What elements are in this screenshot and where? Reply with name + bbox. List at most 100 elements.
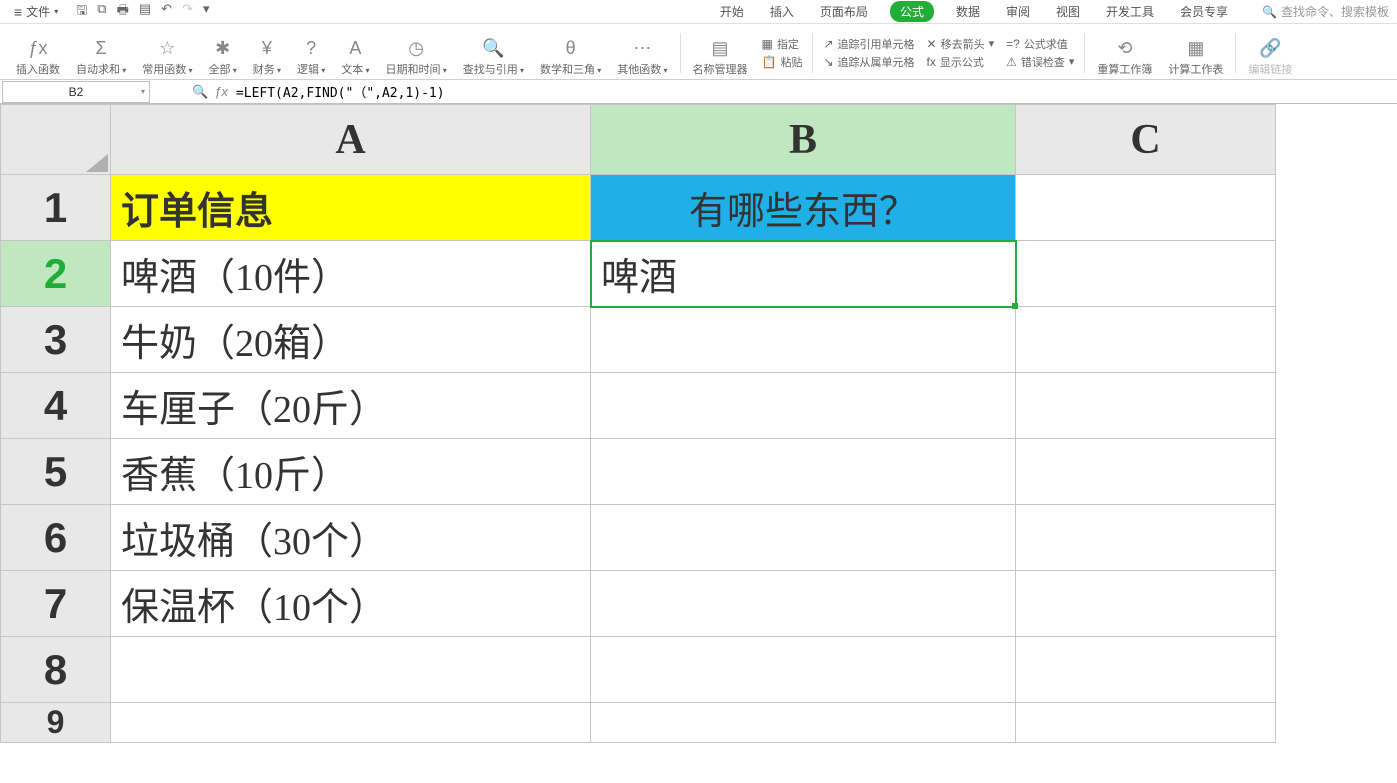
insert-function-button[interactable]: ƒx插入函数	[8, 28, 68, 77]
show-formula-button[interactable]: fx显示公式	[927, 54, 995, 70]
row-header-6[interactable]: 6	[1, 505, 111, 571]
cell-A5[interactable]: 香蕉（10斤）	[111, 439, 591, 505]
error-icon: ⚠	[1006, 55, 1017, 69]
save-icon[interactable]: 🖫	[76, 1, 87, 23]
show-stack: ✕移去箭头 ▾ fx显示公式	[921, 28, 1001, 77]
tab-data[interactable]: 数据	[952, 1, 984, 22]
text-button[interactable]: A文本	[333, 28, 377, 77]
other-functions-button[interactable]: ⋯其他函数	[609, 28, 675, 77]
redo-icon[interactable]: ↷	[182, 1, 193, 23]
calc-ws-icon: ▦	[1187, 37, 1204, 59]
cell-B8[interactable]	[591, 637, 1016, 703]
tab-layout[interactable]: 页面布局	[816, 1, 872, 22]
evaluate-formula-button[interactable]: =?公式求值	[1006, 36, 1074, 52]
cell-A2[interactable]: 啤酒（10件）	[111, 241, 591, 307]
tab-member[interactable]: 会员专享	[1176, 1, 1232, 22]
cell-A6[interactable]: 垃圾桶（30个）	[111, 505, 591, 571]
cell-C3[interactable]	[1016, 307, 1276, 373]
cell-C9[interactable]	[1016, 703, 1276, 743]
separator	[1084, 33, 1085, 73]
undo-icon[interactable]: ↶	[161, 1, 172, 23]
tab-review[interactable]: 审阅	[1002, 1, 1034, 22]
remove-arrows-button[interactable]: ✕移去箭头 ▾	[927, 36, 995, 52]
cell-A7[interactable]: 保温杯（10个）	[111, 571, 591, 637]
paste-name-button[interactable]: 📋粘贴	[762, 54, 803, 70]
cell-A8[interactable]	[111, 637, 591, 703]
col-header-A[interactable]: A	[111, 105, 591, 175]
all-functions-button[interactable]: ✱全部	[201, 28, 245, 77]
cell-B1[interactable]: 有哪些东西？	[591, 175, 1016, 241]
common-functions-button[interactable]: ☆常用函数	[134, 28, 200, 77]
cell-A4[interactable]: 车厘子（20斤）	[111, 373, 591, 439]
recalc-workbook-button[interactable]: ⟲重算工作簿	[1089, 28, 1160, 77]
row-header-2[interactable]: 2	[1, 241, 111, 307]
cell-B5[interactable]	[591, 439, 1016, 505]
file-label: 文件	[26, 3, 50, 20]
cell-B7[interactable]	[591, 571, 1016, 637]
logical-button[interactable]: ?逻辑	[289, 28, 333, 77]
row-header-3[interactable]: 3	[1, 307, 111, 373]
name-stack: ▦指定 📋粘贴	[756, 28, 809, 77]
more-icon[interactable]: ▾	[203, 1, 210, 23]
autosum-button[interactable]: Σ自动求和	[68, 28, 134, 77]
name-box-value: B2	[69, 85, 84, 99]
math-button[interactable]: θ数学和三角	[532, 28, 609, 77]
formula-input[interactable]	[228, 84, 1397, 99]
cell-C2[interactable]	[1016, 241, 1276, 307]
cell-B6[interactable]	[591, 505, 1016, 571]
calc-ws-label: 计算工作表	[1168, 61, 1223, 77]
row-header-7[interactable]: 7	[1, 571, 111, 637]
define-name-button[interactable]: ▦指定	[762, 36, 803, 52]
name-manager-button[interactable]: ▤名称管理器	[685, 28, 756, 77]
cell-A1[interactable]: 订单信息	[111, 175, 591, 241]
print-icon[interactable]: 🖶	[117, 1, 129, 23]
math-label: 数学和三角	[540, 61, 601, 77]
tab-dev[interactable]: 开发工具	[1102, 1, 1158, 22]
trace-dep-label: 追踪从属单元格	[838, 54, 915, 70]
lookup-button[interactable]: 🔍查找与引用	[455, 28, 532, 77]
cell-A3[interactable]: 牛奶（20箱）	[111, 307, 591, 373]
file-menu[interactable]: 文件	[8, 1, 64, 22]
row-header-4[interactable]: 4	[1, 373, 111, 439]
col-header-B[interactable]: B	[591, 105, 1016, 175]
cell-B9[interactable]	[591, 703, 1016, 743]
preview-icon[interactable]: ▤	[139, 1, 151, 23]
cell-B2[interactable]: 啤酒	[591, 241, 1016, 307]
trace-precedents-button[interactable]: ↗追踪引用单元格	[823, 36, 914, 52]
menu-bar: 文件 🖫 ⧉ 🖶 ▤ ↶ ↷ ▾ 开始 插入 页面布局 公式 数据 审阅 视图 …	[0, 0, 1397, 24]
ribbon-tabs: 开始 插入 页面布局 公式 数据 审阅 视图 开发工具 会员专享 🔍 查找命令、…	[716, 1, 1389, 22]
row-header-1[interactable]: 1	[1, 175, 111, 241]
row-header-5[interactable]: 5	[1, 439, 111, 505]
tab-view[interactable]: 视图	[1052, 1, 1084, 22]
tab-insert[interactable]: 插入	[766, 1, 798, 22]
tab-home[interactable]: 开始	[716, 1, 748, 22]
cell-C7[interactable]	[1016, 571, 1276, 637]
trace-stack: ↗追踪引用单元格 ↘追踪从属单元格	[817, 28, 920, 77]
save-as-icon[interactable]: ⧉	[97, 1, 106, 23]
calc-worksheet-button[interactable]: ▦ 计算工作表	[1160, 28, 1231, 77]
cell-B4[interactable]	[591, 373, 1016, 439]
cell-B3[interactable]	[591, 307, 1016, 373]
financial-button[interactable]: ¥财务	[245, 28, 289, 77]
cell-C6[interactable]	[1016, 505, 1276, 571]
row-header-8[interactable]: 8	[1, 637, 111, 703]
edit-links-button[interactable]: 🔗编辑链接	[1240, 28, 1300, 77]
search-cell-icon[interactable]: 🔍	[192, 84, 208, 100]
tab-formula[interactable]: 公式	[890, 1, 934, 22]
cell-C1[interactable]	[1016, 175, 1276, 241]
asterisk-icon: ✱	[215, 37, 230, 59]
fx-icon[interactable]: ƒx	[214, 84, 228, 99]
name-box[interactable]: B2	[2, 81, 150, 103]
trace-dependents-button[interactable]: ↘追踪从属单元格	[823, 54, 914, 70]
cell-C4[interactable]	[1016, 373, 1276, 439]
error-check-button[interactable]: ⚠错误检查 ▾	[1006, 54, 1074, 70]
datetime-button[interactable]: ◷日期和时间	[378, 28, 455, 77]
cell-A9[interactable]	[111, 703, 591, 743]
col-header-C[interactable]: C	[1016, 105, 1276, 175]
cell-C5[interactable]	[1016, 439, 1276, 505]
select-all-corner[interactable]	[1, 105, 111, 175]
search-box[interactable]: 🔍 查找命令、搜索模板	[1262, 3, 1389, 20]
financial-label: 财务	[253, 61, 281, 77]
row-header-9[interactable]: 9	[1, 703, 111, 743]
cell-C8[interactable]	[1016, 637, 1276, 703]
